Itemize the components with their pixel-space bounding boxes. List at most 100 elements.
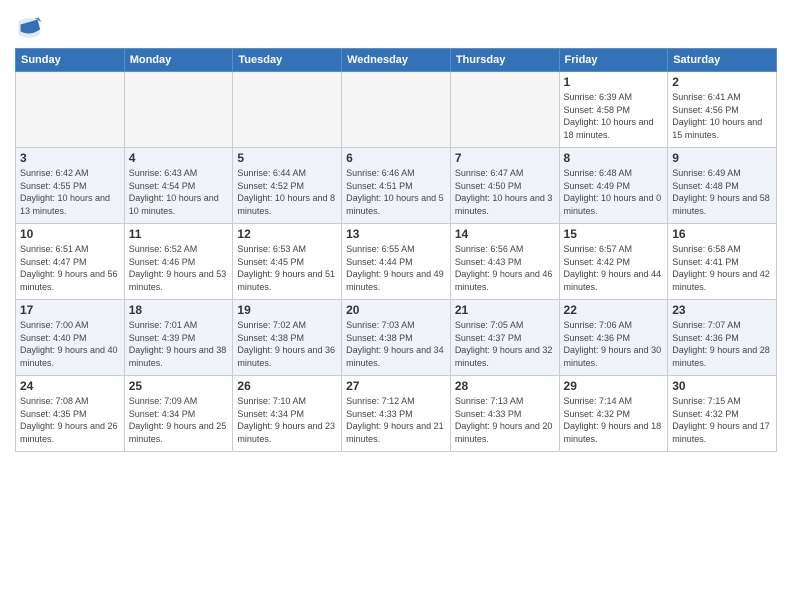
day-cell: 25Sunrise: 7:09 AM Sunset: 4:34 PM Dayli… bbox=[124, 376, 233, 452]
day-number: 17 bbox=[20, 303, 120, 317]
day-info: Sunrise: 7:14 AM Sunset: 4:32 PM Dayligh… bbox=[564, 395, 664, 445]
day-info: Sunrise: 6:48 AM Sunset: 4:49 PM Dayligh… bbox=[564, 167, 664, 217]
col-header-monday: Monday bbox=[124, 49, 233, 72]
day-number: 30 bbox=[672, 379, 772, 393]
day-cell: 26 Sunrise: 7:10 AM Sunset: 4:34 PM Dayli… bbox=[233, 376, 342, 452]
day-info: Sunrise: 6:58 AM Sunset: 4:41 PM Dayligh… bbox=[672, 243, 772, 293]
day-cell: 2Sunrise: 6:41 AM Sunset: 4:56 PM Daylig… bbox=[668, 72, 777, 148]
day-cell: 28 Sunrise: 7:13 AM Sunset: 4:33 PM Dayli… bbox=[450, 376, 559, 452]
day-info: Sunrise: 6:49 AM Sunset: 4:48 PM Dayligh… bbox=[672, 167, 772, 217]
day-cell bbox=[233, 72, 342, 148]
day-number: 15 bbox=[564, 227, 664, 241]
day-number: 24 bbox=[20, 379, 120, 393]
day-cell: 12Sunrise: 6:53 AM Sunset: 4:45 PM Dayli… bbox=[233, 224, 342, 300]
day-info: Sunrise: 6:56 AM Sunset: 4:43 PM Dayligh… bbox=[455, 243, 555, 293]
day-info: Sunrise: 7:15 AM Sunset: 4:32 PM Dayligh… bbox=[672, 395, 772, 445]
header-row: SundayMondayTuesdayWednesdayThursdayFrid… bbox=[16, 49, 777, 72]
day-cell: 4Sunrise: 6:43 AM Sunset: 4:54 PM Daylig… bbox=[124, 148, 233, 224]
day-number: 21 bbox=[455, 303, 555, 317]
day-cell: 24 Sunrise: 7:08 AM Sunset: 4:35 PM Dayli… bbox=[16, 376, 125, 452]
day-number: 10 bbox=[20, 227, 120, 241]
day-info: Sunrise: 7:12 AM Sunset: 4:33 PM Dayligh… bbox=[346, 395, 446, 445]
day-cell: 3 Sunrise: 6:42 AM Sunset: 4:55 PM Daylig… bbox=[16, 148, 125, 224]
day-info: Sunrise: 7:10 AM Sunset: 4:34 PM Dayligh… bbox=[237, 395, 337, 445]
day-info: Sunrise: 6:46 AM Sunset: 4:51 PM Dayligh… bbox=[346, 167, 446, 217]
day-cell: 27 Sunrise: 7:12 AM Sunset: 4:33 PM Dayli… bbox=[342, 376, 451, 452]
day-info: Sunrise: 7:01 AM Sunset: 4:39 PM Dayligh… bbox=[129, 319, 229, 369]
day-number: 8 bbox=[564, 151, 664, 165]
day-info: Sunrise: 7:09 AM Sunset: 4:34 PM Dayligh… bbox=[129, 395, 229, 445]
day-number: 1 bbox=[564, 75, 664, 89]
day-cell: 7 Sunrise: 6:47 AM Sunset: 4:50 PM Daylig… bbox=[450, 148, 559, 224]
day-cell bbox=[450, 72, 559, 148]
day-info: Sunrise: 6:47 AM Sunset: 4:50 PM Dayligh… bbox=[455, 167, 555, 217]
day-cell: 9 Sunrise: 6:49 AM Sunset: 4:48 PM Daylig… bbox=[668, 148, 777, 224]
day-info: Sunrise: 7:08 AM Sunset: 4:35 PM Dayligh… bbox=[20, 395, 120, 445]
day-info: Sunrise: 7:13 AM Sunset: 4:33 PM Dayligh… bbox=[455, 395, 555, 445]
day-number: 9 bbox=[672, 151, 772, 165]
day-number: 20 bbox=[346, 303, 446, 317]
day-cell: 19 Sunrise: 7:02 AM Sunset: 4:38 PM Dayli… bbox=[233, 300, 342, 376]
logo-icon bbox=[15, 14, 43, 42]
day-cell bbox=[124, 72, 233, 148]
day-cell: 8 Sunrise: 6:48 AM Sunset: 4:49 PM Daylig… bbox=[559, 148, 668, 224]
day-info: Sunrise: 7:07 AM Sunset: 4:36 PM Dayligh… bbox=[672, 319, 772, 369]
logo bbox=[15, 14, 45, 42]
day-number: 7 bbox=[455, 151, 555, 165]
day-number: 2 bbox=[672, 75, 772, 89]
day-number: 23 bbox=[672, 303, 772, 317]
day-info: Sunrise: 6:43 AM Sunset: 4:54 PM Dayligh… bbox=[129, 167, 229, 217]
day-cell bbox=[16, 72, 125, 148]
col-header-tuesday: Tuesday bbox=[233, 49, 342, 72]
day-cell: 16Sunrise: 6:58 AM Sunset: 4:41 PM Dayli… bbox=[668, 224, 777, 300]
day-cell: 13 Sunrise: 6:55 AM Sunset: 4:44 PM Dayli… bbox=[342, 224, 451, 300]
day-cell: 11Sunrise: 6:52 AM Sunset: 4:46 PM Dayli… bbox=[124, 224, 233, 300]
day-info: Sunrise: 6:55 AM Sunset: 4:44 PM Dayligh… bbox=[346, 243, 446, 293]
day-number: 18 bbox=[129, 303, 229, 317]
day-cell: 6 Sunrise: 6:46 AM Sunset: 4:51 PM Daylig… bbox=[342, 148, 451, 224]
day-cell: 10 Sunrise: 6:51 AM Sunset: 4:47 PM Dayli… bbox=[16, 224, 125, 300]
day-info: Sunrise: 6:42 AM Sunset: 4:55 PM Dayligh… bbox=[20, 167, 120, 217]
day-number: 19 bbox=[237, 303, 337, 317]
day-info: Sunrise: 7:05 AM Sunset: 4:37 PM Dayligh… bbox=[455, 319, 555, 369]
calendar-table: SundayMondayTuesdayWednesdayThursdayFrid… bbox=[15, 48, 777, 452]
day-info: Sunrise: 7:02 AM Sunset: 4:38 PM Dayligh… bbox=[237, 319, 337, 369]
week-row-1: 1Sunrise: 6:39 AM Sunset: 4:58 PM Daylig… bbox=[16, 72, 777, 148]
day-cell: 23 Sunrise: 7:07 AM Sunset: 4:36 PM Dayli… bbox=[668, 300, 777, 376]
day-cell: 20Sunrise: 7:03 AM Sunset: 4:38 PM Dayli… bbox=[342, 300, 451, 376]
day-info: Sunrise: 7:06 AM Sunset: 4:36 PM Dayligh… bbox=[564, 319, 664, 369]
col-header-wednesday: Wednesday bbox=[342, 49, 451, 72]
day-cell bbox=[342, 72, 451, 148]
day-cell: 30 Sunrise: 7:15 AM Sunset: 4:32 PM Dayli… bbox=[668, 376, 777, 452]
day-cell: 5Sunrise: 6:44 AM Sunset: 4:52 PM Daylig… bbox=[233, 148, 342, 224]
day-number: 29 bbox=[564, 379, 664, 393]
day-number: 3 bbox=[20, 151, 120, 165]
day-cell: 18 Sunrise: 7:01 AM Sunset: 4:39 PM Dayli… bbox=[124, 300, 233, 376]
day-number: 27 bbox=[346, 379, 446, 393]
day-cell: 17 Sunrise: 7:00 AM Sunset: 4:40 PM Dayli… bbox=[16, 300, 125, 376]
day-cell: 1Sunrise: 6:39 AM Sunset: 4:58 PM Daylig… bbox=[559, 72, 668, 148]
day-number: 11 bbox=[129, 227, 229, 241]
header bbox=[15, 10, 777, 42]
day-info: Sunrise: 6:57 AM Sunset: 4:42 PM Dayligh… bbox=[564, 243, 664, 293]
day-number: 28 bbox=[455, 379, 555, 393]
day-number: 13 bbox=[346, 227, 446, 241]
day-number: 26 bbox=[237, 379, 337, 393]
day-cell: 15 Sunrise: 6:57 AM Sunset: 4:42 PM Dayli… bbox=[559, 224, 668, 300]
page: SundayMondayTuesdayWednesdayThursdayFrid… bbox=[0, 0, 792, 612]
col-header-saturday: Saturday bbox=[668, 49, 777, 72]
day-info: Sunrise: 6:51 AM Sunset: 4:47 PM Dayligh… bbox=[20, 243, 120, 293]
day-number: 22 bbox=[564, 303, 664, 317]
day-info: Sunrise: 6:53 AM Sunset: 4:45 PM Dayligh… bbox=[237, 243, 337, 293]
day-cell: 29 Sunrise: 7:14 AM Sunset: 4:32 PM Dayli… bbox=[559, 376, 668, 452]
col-header-friday: Friday bbox=[559, 49, 668, 72]
day-cell: 22 Sunrise: 7:06 AM Sunset: 4:36 PM Dayli… bbox=[559, 300, 668, 376]
day-number: 5 bbox=[237, 151, 337, 165]
week-row-2: 3 Sunrise: 6:42 AM Sunset: 4:55 PM Daylig… bbox=[16, 148, 777, 224]
day-number: 14 bbox=[455, 227, 555, 241]
day-number: 6 bbox=[346, 151, 446, 165]
day-cell: 14 Sunrise: 6:56 AM Sunset: 4:43 PM Dayli… bbox=[450, 224, 559, 300]
week-row-5: 24 Sunrise: 7:08 AM Sunset: 4:35 PM Dayli… bbox=[16, 376, 777, 452]
day-info: Sunrise: 7:00 AM Sunset: 4:40 PM Dayligh… bbox=[20, 319, 120, 369]
col-header-sunday: Sunday bbox=[16, 49, 125, 72]
